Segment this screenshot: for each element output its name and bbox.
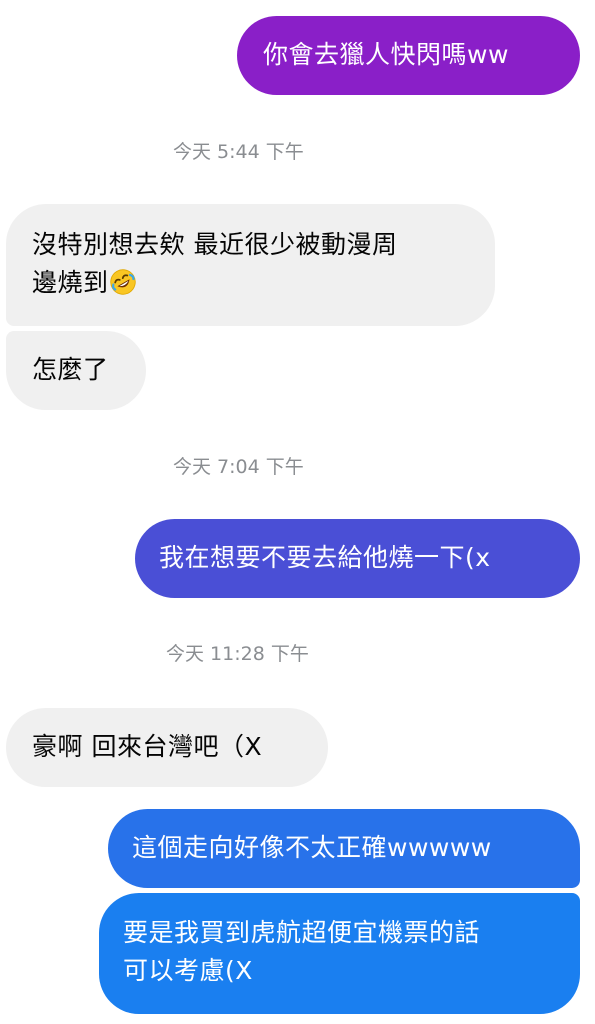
message-text: 我在想要不要去給他燒一下(x xyxy=(159,543,491,572)
message-text-line: 邊燒到 xyxy=(32,268,109,297)
message-text-line: 沒特別想去欸 最近很少被動漫周 xyxy=(32,230,398,259)
message-text: 怎麼了 xyxy=(32,355,109,384)
outgoing-message-bubble[interactable]: 你會去獵人快閃嗎ww xyxy=(237,16,580,95)
incoming-message-bubble[interactable]: 沒特別想去欸 最近很少被動漫周 邊燒到 xyxy=(6,204,495,326)
message-text: 這個走向好像不太正確wwwww xyxy=(132,833,492,862)
message-text: 你會去獵人快閃嗎ww xyxy=(263,40,509,69)
timestamp: 今天 11:28 下午 xyxy=(166,643,309,665)
message-text: 豪啊 回來台灣吧（X xyxy=(32,732,263,761)
outgoing-message-bubble[interactable]: 這個走向好像不太正確wwwww xyxy=(108,809,580,888)
message-text-line: 可以考慮(X xyxy=(123,956,253,985)
message-text-line: 要是我買到虎航超便宜機票的話 xyxy=(123,918,481,947)
timestamp: 今天 5:44 下午 xyxy=(173,141,304,163)
incoming-message-bubble[interactable]: 豪啊 回來台灣吧（X xyxy=(6,708,328,787)
timestamp: 今天 7:04 下午 xyxy=(173,456,304,478)
message-thread: 你會去獵人快閃嗎ww 今天 5:44 下午 沒特別想去欸 最近很少被動漫周 邊燒… xyxy=(0,0,595,1024)
incoming-message-bubble[interactable]: 怎麼了 xyxy=(6,331,146,410)
outgoing-message-bubble[interactable]: 我在想要不要去給他燒一下(x xyxy=(135,519,580,598)
rolling-on-floor-laughing-emoji xyxy=(109,269,136,295)
outgoing-message-bubble[interactable]: 要是我買到虎航超便宜機票的話 可以考慮(X xyxy=(99,893,580,1014)
